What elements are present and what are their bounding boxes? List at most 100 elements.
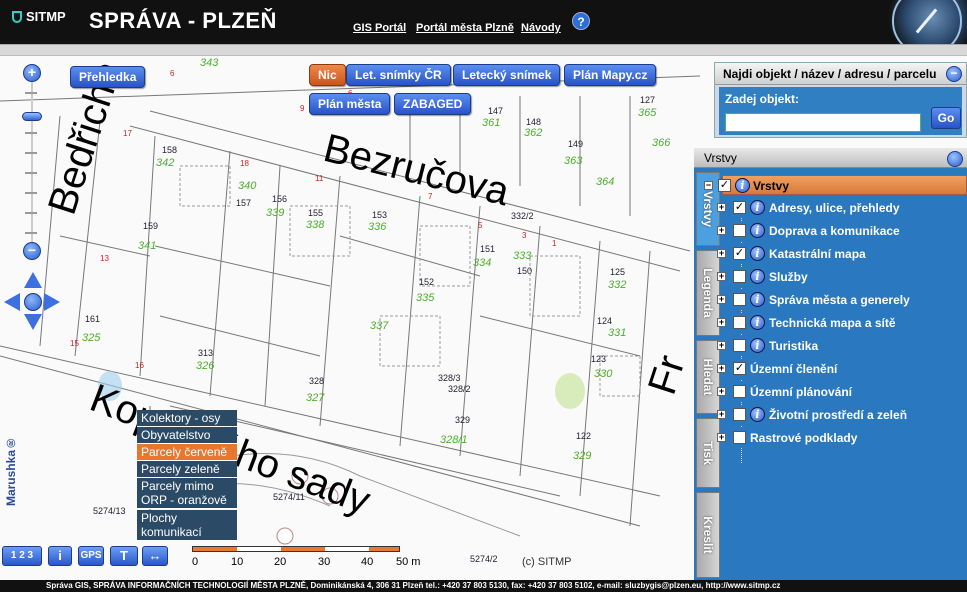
expand-icon[interactable]: + xyxy=(717,410,726,419)
layer-checkbox[interactable] xyxy=(733,316,746,329)
svg-text:337: 337 xyxy=(370,320,389,332)
expand-icon[interactable]: + xyxy=(717,433,726,442)
layer-checkbox[interactable] xyxy=(733,385,746,398)
layer-root-checkbox[interactable]: ✓ xyxy=(718,179,731,192)
layer-row[interactable]: + ✓ i Adresy, ulice, přehledy xyxy=(717,198,967,218)
info-icon[interactable]: i xyxy=(750,200,765,215)
expand-icon[interactable]: + xyxy=(717,318,726,327)
expand-icon[interactable]: + xyxy=(717,364,726,373)
svg-text:365: 365 xyxy=(638,107,657,119)
link-gis-portal[interactable]: GIS Portál xyxy=(353,22,406,34)
layer-checkbox[interactable] xyxy=(733,270,746,283)
search-body: Zadej objekt: Go xyxy=(719,87,962,135)
info-tool-button[interactable]: i xyxy=(48,546,72,566)
basemap-button-aerial[interactable]: Letecký snímek xyxy=(453,64,561,86)
scale-label: 20 xyxy=(274,556,287,568)
svg-text:327: 327 xyxy=(306,392,325,404)
layer-row[interactable]: + i Doprava a komunikace xyxy=(717,221,967,241)
overview-button[interactable]: Přehledka xyxy=(70,66,146,88)
layer-row[interactable]: + ✓ Územní členění xyxy=(717,359,967,379)
search-go-button[interactable]: Go xyxy=(931,107,961,129)
layer-row[interactable]: + i Turistika xyxy=(717,336,967,356)
expand-icon[interactable]: + xyxy=(717,226,726,235)
layers-collapse-button[interactable] xyxy=(947,151,963,167)
svg-text:332/2: 332/2 xyxy=(511,211,534,221)
tab-search[interactable]: Hledat xyxy=(696,340,720,414)
expand-icon[interactable]: + xyxy=(717,341,726,350)
basemap-button-mapy-cz[interactable]: Plán Mapy.cz xyxy=(564,64,657,86)
gps-button[interactable]: GPS xyxy=(78,546,104,566)
layer-label: Územní členění xyxy=(750,362,838,376)
zoom-slider-track[interactable] xyxy=(31,82,33,242)
layer-row[interactable]: + i Životní prostředí a zeleň xyxy=(717,405,967,425)
svg-text:152: 152 xyxy=(419,277,434,287)
zoom-out-button[interactable]: − xyxy=(23,242,41,260)
expand-icon[interactable]: + xyxy=(717,272,726,281)
pan-up-icon[interactable] xyxy=(24,272,42,288)
layer-row[interactable]: + i Služby xyxy=(717,267,967,287)
layer-row[interactable]: + i Technická mapa a sítě xyxy=(717,313,967,333)
info-icon[interactable]: i xyxy=(750,315,765,330)
expand-icon[interactable]: + xyxy=(717,387,726,396)
layer-checkbox[interactable]: ✓ xyxy=(733,362,746,375)
tab-draw[interactable]: Kreslit xyxy=(696,492,720,578)
layer-label: Turistika xyxy=(769,339,819,353)
layer-checkbox[interactable] xyxy=(733,224,746,237)
info-icon[interactable]: i xyxy=(750,223,765,238)
svg-text:334: 334 xyxy=(473,257,491,269)
expand-icon[interactable]: + xyxy=(717,203,726,212)
search-label: Zadej objekt: xyxy=(725,92,800,106)
info-icon[interactable]: i xyxy=(735,178,750,193)
pan-right-icon[interactable] xyxy=(44,293,60,311)
measure-tool-button[interactable]: ↔ xyxy=(142,546,168,566)
pan-left-icon[interactable] xyxy=(4,293,20,311)
layer-root[interactable]: − ✓ i Vrstvy xyxy=(704,175,967,195)
pan-center-icon[interactable] xyxy=(24,293,42,311)
legend-item-population: Obyvatelstvo xyxy=(137,427,237,444)
info-icon[interactable]: i xyxy=(750,292,765,307)
pan-down-icon[interactable] xyxy=(24,314,42,330)
info-icon[interactable]: i xyxy=(750,338,765,353)
search-collapse-button[interactable]: − xyxy=(946,66,962,82)
svg-text:326: 326 xyxy=(196,360,215,372)
layer-checkbox[interactable] xyxy=(733,408,746,421)
search-input[interactable] xyxy=(725,113,921,132)
info-icon[interactable]: i xyxy=(750,269,765,284)
legend-item-collectors: Kolektory - osy xyxy=(137,410,237,427)
basemap-button-none[interactable]: Nic xyxy=(309,64,346,86)
measure-units-button[interactable]: 1 2 3 xyxy=(2,546,42,566)
svg-text:124: 124 xyxy=(597,316,612,326)
layer-checkbox[interactable] xyxy=(733,339,746,352)
footer: Správa GIS, SPRÁVA INFORMAČNÍCH TECHNOLO… xyxy=(0,580,967,592)
layer-row[interactable]: + ✓ i Katastrální mapa xyxy=(717,244,967,264)
layer-checkbox[interactable] xyxy=(733,431,746,444)
text-tool-button[interactable]: T xyxy=(110,546,138,566)
basemap-button-aerial-cr[interactable]: Let. snímky ČR xyxy=(346,64,451,86)
layer-checkbox[interactable]: ✓ xyxy=(733,201,746,214)
marushka-logo: Marushka® xyxy=(4,436,18,507)
layer-label: Územní plánování xyxy=(750,385,853,399)
svg-text:333: 333 xyxy=(513,250,532,262)
link-guides[interactable]: Návody xyxy=(521,22,561,34)
tab-print[interactable]: Tisk xyxy=(696,418,720,488)
basemap-button-zabaged[interactable]: ZABAGED xyxy=(394,93,472,115)
help-icon[interactable]: ? xyxy=(572,12,590,30)
info-icon[interactable]: i xyxy=(750,407,765,422)
basemap-button-city-plan[interactable]: Plán města xyxy=(309,93,391,115)
legend-item-roads: Plochy komunikací xyxy=(137,510,237,541)
logo[interactable]: SITMP xyxy=(12,9,66,24)
zoom-slider-thumb[interactable] xyxy=(22,112,42,121)
layer-row[interactable]: + Rastrové podklady xyxy=(717,428,967,448)
layer-checkbox[interactable] xyxy=(733,293,746,306)
layer-row[interactable]: + i Správa města a generely xyxy=(717,290,967,310)
info-icon[interactable]: i xyxy=(750,246,765,261)
layer-checkbox[interactable]: ✓ xyxy=(733,247,746,260)
expand-icon[interactable]: + xyxy=(717,295,726,304)
collapse-icon[interactable]: − xyxy=(704,181,713,190)
layer-label: Doprava a komunikace xyxy=(769,224,900,238)
zoom-in-button[interactable]: + xyxy=(23,64,41,82)
link-city-portal[interactable]: Portál města Plzně xyxy=(416,22,514,34)
layer-row[interactable]: + Územní plánování xyxy=(717,382,967,402)
expand-icon[interactable]: + xyxy=(717,249,726,258)
compass-icon xyxy=(880,0,967,44)
